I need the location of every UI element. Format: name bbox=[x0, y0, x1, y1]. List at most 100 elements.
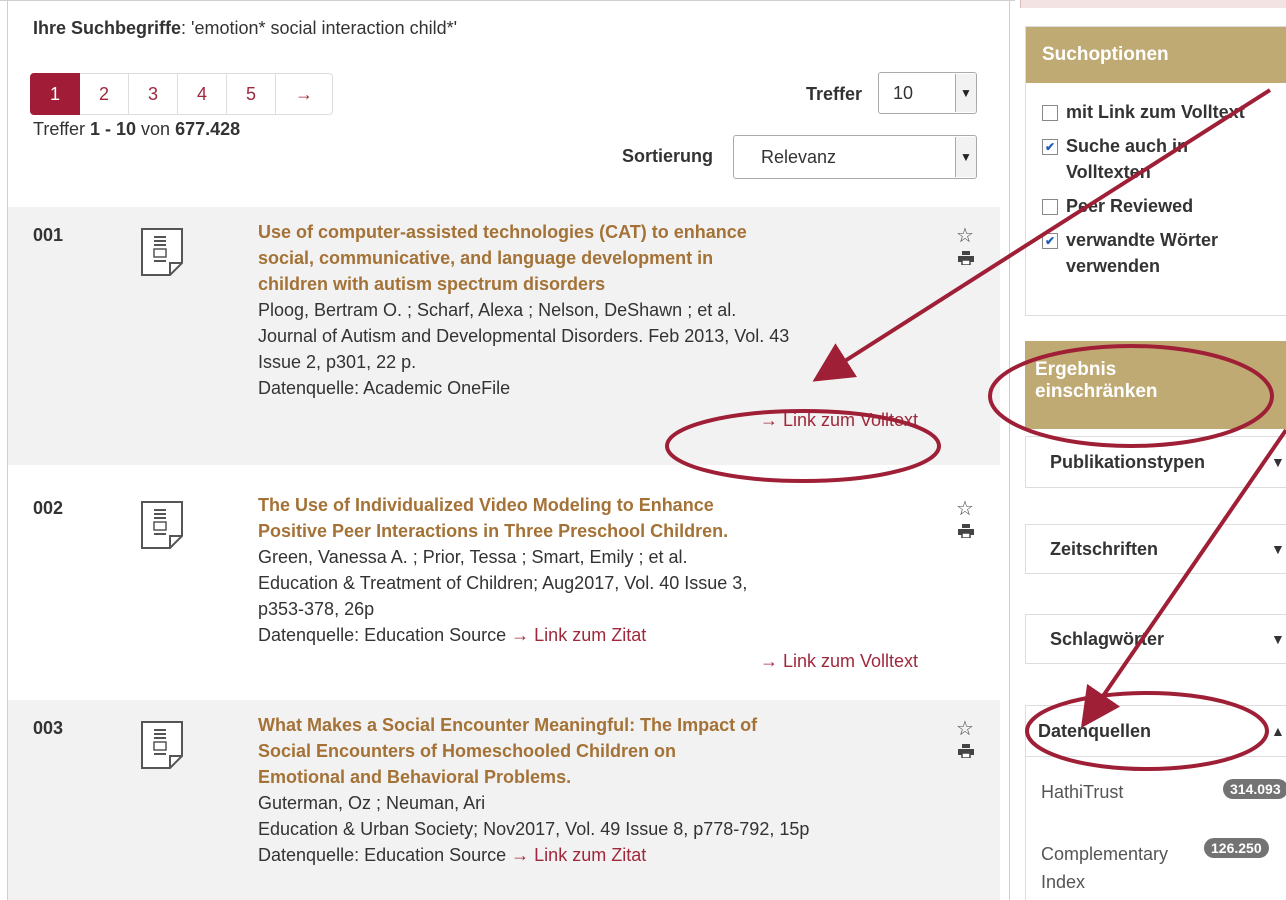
result-content: What Makes a Social Encounter Meaningful… bbox=[258, 712, 958, 868]
option-peer-reviewed[interactable]: Peer Reviewed bbox=[1026, 193, 1286, 219]
search-terms-label: Ihre Suchbegriffe bbox=[33, 18, 182, 38]
result-count-mid: von bbox=[136, 119, 176, 139]
page-5-button[interactable]: 5 bbox=[227, 73, 276, 115]
print-icon[interactable] bbox=[958, 251, 974, 265]
sort-select[interactable]: Relevanz ▼ bbox=[733, 135, 977, 179]
result-number: 001 bbox=[33, 225, 64, 245]
page-4-button[interactable]: 4 bbox=[178, 73, 227, 115]
facet-label: Zeitschriften bbox=[1050, 538, 1159, 559]
result-title-line[interactable]: Use of computer-assisted technologies (C… bbox=[258, 219, 918, 245]
result-source-line: Datenquelle: Education Source → Link zum… bbox=[258, 622, 918, 648]
result-content: The Use of Individualized Video Modeling… bbox=[258, 492, 918, 674]
chevron-down-icon[interactable]: ▼ bbox=[955, 74, 976, 112]
next-page-button[interactable]: → bbox=[276, 73, 333, 115]
result-authors: Green, Vanessa A. ; Prior, Tessa ; Smart… bbox=[258, 547, 688, 567]
result-title-line[interactable]: What Makes a Social Encounter Meaningful… bbox=[258, 712, 958, 738]
result-count: Treffer 1 - 10 von 677.428 bbox=[33, 119, 240, 140]
result-item: 003 What Makes a Social Encounter Meanin… bbox=[8, 700, 1000, 900]
fulltext-link[interactable]: → Link zum Volltext bbox=[258, 407, 918, 433]
result-journal: Education & Treatment of Children; Aug20… bbox=[258, 573, 748, 593]
result-content: Use of computer-assisted technologies (C… bbox=[258, 219, 918, 433]
search-options-panel: Suchoptionen mit Link zum Volltext ✔ Such… bbox=[1025, 26, 1286, 316]
result-title-line[interactable]: Emotional and Behavioral Problems. bbox=[258, 764, 958, 790]
checkbox-checked[interactable]: ✔ bbox=[1042, 139, 1058, 155]
sort-label: Sortierung bbox=[622, 146, 714, 166]
page-2-button[interactable]: 2 bbox=[80, 73, 129, 115]
result-source: Datenquelle: Education Source bbox=[258, 845, 512, 865]
facet-datasources[interactable]: Datenquellen ▲ bbox=[1025, 705, 1286, 757]
facet-journals[interactable]: Zeitschriften ▼ bbox=[1025, 524, 1286, 574]
print-icon[interactable] bbox=[958, 524, 974, 538]
results-per-page-label: Treffer bbox=[806, 84, 863, 104]
facet-label: Schlagwörter bbox=[1050, 628, 1165, 649]
result-title-line[interactable]: Positive Peer Interactions in Three Pres… bbox=[258, 518, 918, 544]
document-icon bbox=[141, 721, 183, 769]
datasource-complementary-index[interactable]: Complementary Index bbox=[1041, 840, 1168, 896]
datasource-hathitrust[interactable]: HathiTrust bbox=[1041, 782, 1123, 803]
checkbox[interactable] bbox=[1042, 105, 1058, 121]
result-journal: Journal of Autism and Developmental Diso… bbox=[258, 326, 790, 346]
datasource-name-line: Index bbox=[1041, 872, 1086, 892]
result-title-line[interactable]: children with autism spectrum disorders bbox=[258, 271, 918, 297]
star-icon[interactable]: ☆ bbox=[956, 716, 974, 741]
caret-down-icon: ▼ bbox=[1271, 631, 1285, 647]
chevron-down-icon[interactable]: ▼ bbox=[955, 137, 976, 177]
result-title-line[interactable]: The Use of Individualized Video Modeling… bbox=[258, 492, 918, 518]
star-icon[interactable]: ☆ bbox=[956, 496, 974, 521]
result-source: Datenquelle: Education Source bbox=[258, 625, 512, 645]
datasource-count-badge: 126.250 bbox=[1204, 838, 1269, 858]
datasource-count-badge: 314.093 bbox=[1223, 779, 1286, 799]
sort-value: Relevanz bbox=[761, 146, 837, 167]
caret-up-icon: ▲ bbox=[1271, 723, 1285, 739]
result-authors: Ploog, Bertram O. ; Scharf, Alexa ; Nels… bbox=[258, 300, 737, 320]
checkbox[interactable] bbox=[1042, 199, 1058, 215]
result-item: 001 Use of computer-assisted technologie… bbox=[8, 207, 1000, 465]
top-border bbox=[0, 0, 1015, 1]
option-label: Peer Reviewed bbox=[1066, 196, 1194, 216]
result-number: 003 bbox=[33, 718, 64, 738]
result-authors: Guterman, Oz ; Neuman, Ari bbox=[258, 793, 486, 813]
citation-link[interactable]: → Link zum Zitat bbox=[511, 625, 646, 645]
top-tab-edge bbox=[1020, 0, 1286, 8]
star-icon[interactable]: ☆ bbox=[956, 223, 974, 248]
caret-down-icon: ▼ bbox=[1271, 454, 1285, 470]
option-related-words[interactable]: ✔ verwandte Wörter verwenden bbox=[1026, 227, 1262, 279]
option-label: mit Link zum Volltext bbox=[1066, 102, 1245, 122]
facet-label: Datenquellen bbox=[1038, 720, 1152, 741]
print-icon[interactable] bbox=[958, 744, 974, 758]
fulltext-link[interactable]: → Link zum Volltext bbox=[258, 648, 918, 674]
result-source: Datenquelle: Academic OneFile bbox=[258, 378, 511, 398]
option-label: Suche auch in Volltexten bbox=[1066, 136, 1189, 182]
refine-results-title: Ergebnis einschränken bbox=[1025, 341, 1286, 429]
result-journal: Education & Urban Society; Nov2017, Vol.… bbox=[258, 819, 810, 839]
facet-publication-types[interactable]: Publikationstypen ▼ bbox=[1025, 436, 1286, 488]
option-fulltext-link[interactable]: mit Link zum Volltext bbox=[1026, 99, 1286, 125]
result-count-total: 677.428 bbox=[175, 119, 241, 139]
search-terms: Ihre Suchbegriffe: 'emotion* social inte… bbox=[33, 18, 457, 39]
search-options-list: mit Link zum Volltext ✔ Suche auch in Vol… bbox=[1026, 83, 1286, 279]
result-journal: Issue 2, p301, 22 p. bbox=[258, 352, 417, 372]
search-options-title: Suchoptionen bbox=[1026, 27, 1286, 83]
document-icon bbox=[141, 501, 183, 549]
checkbox-checked[interactable]: ✔ bbox=[1042, 233, 1058, 249]
document-icon bbox=[141, 228, 183, 276]
page-3-button[interactable]: 3 bbox=[129, 73, 178, 115]
result-count-prefix: Treffer bbox=[33, 119, 91, 139]
result-journal: p353-378, 26p bbox=[258, 599, 375, 619]
caret-down-icon: ▼ bbox=[1271, 541, 1285, 557]
option-label: verwandte Wörter verwenden bbox=[1066, 230, 1219, 276]
citation-link[interactable]: → Link zum Zitat bbox=[511, 845, 646, 865]
result-source-line: Datenquelle: Education Source → Link zum… bbox=[258, 842, 958, 868]
search-query: : 'emotion* social interaction child*' bbox=[181, 18, 458, 38]
option-search-fulltext[interactable]: ✔ Suche auch in Volltexten bbox=[1026, 133, 1232, 185]
page-1-button[interactable]: 1 bbox=[30, 73, 80, 115]
facet-subjects[interactable]: Schlagwörter ▼ bbox=[1025, 614, 1286, 664]
result-count-range: 1 - 10 bbox=[90, 119, 137, 139]
result-title-line[interactable]: social, communicative, and language deve… bbox=[258, 245, 918, 271]
result-title-line[interactable]: Social Encounters of Homeschooled Childr… bbox=[258, 738, 958, 764]
facet-label: Publikationstypen bbox=[1050, 451, 1206, 472]
result-item: 002 The Use of Individualized Video Mode… bbox=[8, 480, 1000, 690]
results-per-page-select[interactable]: 10 ▼ bbox=[878, 72, 977, 114]
refine-title-line: einschränken bbox=[1035, 381, 1158, 402]
result-number: 002 bbox=[33, 498, 64, 518]
